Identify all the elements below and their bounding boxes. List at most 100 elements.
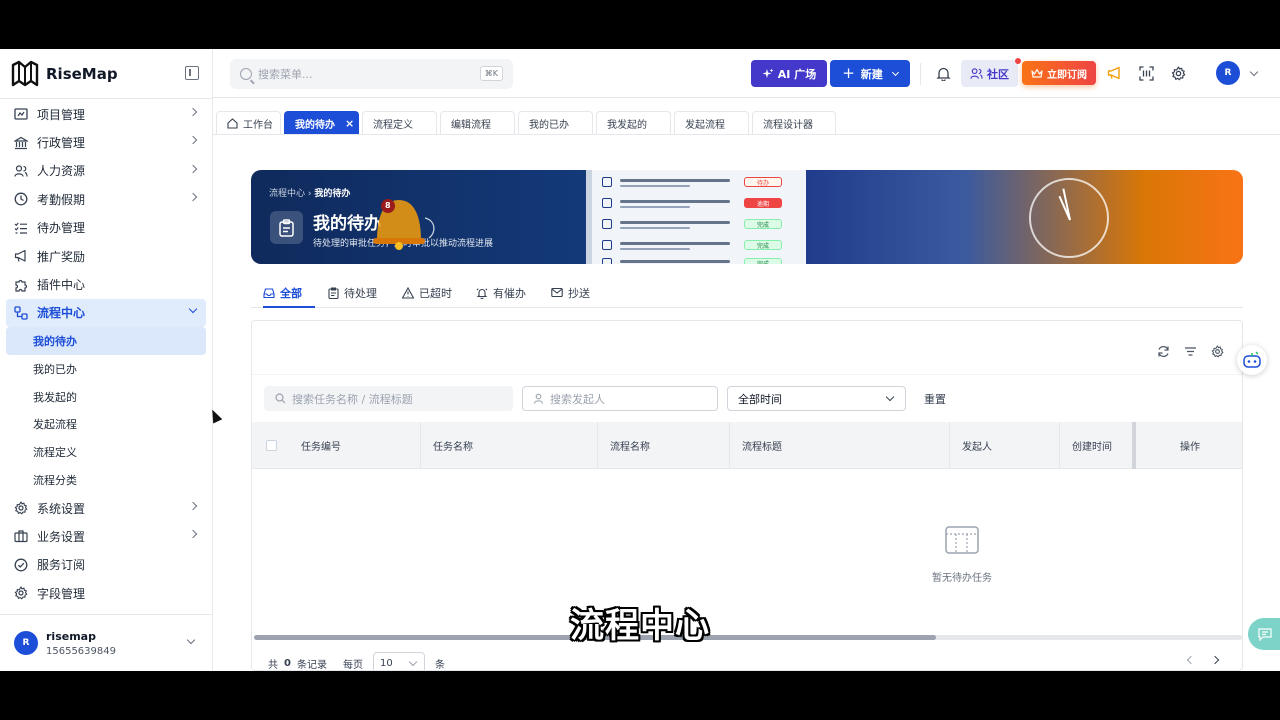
sidebar-item-project[interactable]: 项目管理 [6,100,206,128]
tab-start-flow[interactable]: 发起流程 [674,111,749,134]
ai-square-button[interactable]: AI 广场 [751,60,827,87]
status-badge: 完成 [744,258,782,264]
community-button[interactable]: 社区 [961,60,1018,87]
sidebar-item-my-initiated[interactable]: 我发起的 [6,383,206,411]
sidebar-item-flow-definition[interactable]: 流程定义 [6,438,206,466]
page-banner: 流程中心 › 我的待办 我的待办 待处理的审批任务，及时审批以推动流程进展 8 … [251,170,1243,264]
sidebar-item-flow-center[interactable]: 流程中心 [6,298,206,328]
column-header[interactable]: 任务名称 [421,422,598,469]
megaphone-icon [13,248,29,264]
tab-overdue[interactable]: 已超时 [402,285,452,308]
scan-icon[interactable] [1137,64,1155,82]
tab-label: 已超时 [419,287,452,300]
column-header[interactable]: 流程名称 [598,422,730,469]
tab-my-initiated[interactable]: 我发起的 [596,111,671,134]
sidebar-collapse-icon[interactable] [185,66,199,80]
megaphone-icon[interactable] [1106,64,1124,82]
menu-search-input[interactable]: 搜索菜单... ⌘K [230,59,513,89]
bell-icon[interactable] [934,64,952,82]
robot-icon [1243,351,1261,368]
clock-illustration-icon [1029,178,1109,258]
new-label: 新建 [860,67,883,81]
prev-page-icon[interactable] [1186,655,1196,665]
bell-illustration-icon [373,199,435,250]
gear-icon [13,500,29,516]
column-header: 操作 [1180,442,1200,453]
line [620,185,690,187]
page-size-select[interactable]: 10 [372,652,425,670]
tab-flow-designer[interactable]: 流程设计器 [752,111,836,134]
breadcrumb-parent[interactable]: 流程中心 [269,189,305,199]
tab-edit-flow[interactable]: 编辑流程 [440,111,515,134]
time-range-select[interactable]: 全部时间 [727,386,906,411]
sidebar-item-start-flow[interactable]: 发起流程 [6,411,206,439]
line [620,206,690,208]
avatar[interactable]: R [1216,61,1240,85]
reset-button[interactable]: 重置 [924,391,946,407]
checkbox-icon [602,177,612,187]
checklist-row: 完成 [602,219,802,229]
close-icon[interactable]: × [345,117,354,130]
sidebar-item-promotion[interactable]: 推广奖励 [6,242,206,270]
status-badge: 逾期 [744,198,782,208]
tab-workbench[interactable]: 工作台 [216,111,281,134]
task-search-placeholder: 搜索任务名称 / 流程标题 [292,392,413,406]
subscribe-button[interactable]: 立即订阅 [1022,61,1096,85]
density-icon[interactable] [1184,345,1197,358]
tab-cc[interactable]: 抄送 [551,285,590,308]
refresh-icon[interactable] [1157,345,1170,358]
tab-label: 全部 [280,287,302,300]
sidebar-item-my-done[interactable]: 我的已办 [6,355,206,383]
column-header[interactable]: 创建时间 [1060,422,1136,469]
sidebar-item-admin[interactable]: 行政管理 [6,128,206,156]
sidebar-item-label: 插件中心 [37,278,86,293]
bell-badge: 8 [385,201,391,210]
checkbox-icon [602,258,612,264]
per-page-label: 每页 [342,659,363,671]
search-icon [275,393,286,404]
initiator-search-input[interactable]: 搜索发起人 [522,386,718,411]
next-page-icon[interactable] [1210,655,1220,665]
tab-label: 流程定义 [373,119,413,131]
tab-flow-definition[interactable]: 流程定义 [362,111,437,134]
chevron-down-icon [891,68,899,76]
clock-icon [13,191,29,207]
checklist-row: 完成 [602,258,802,264]
sidebar-item-subscription[interactable]: 服务订阅 [6,551,206,579]
column-header[interactable]: 任务编号 [289,422,421,469]
ai-assistant-button[interactable] [1237,345,1267,375]
sidebar-item-plugins[interactable]: 插件中心 [6,270,206,298]
logo[interactable]: RiseMap [10,59,118,89]
total-suffix: 条记录 [296,659,327,671]
pagination: 共 0 条记录 每页 10 条 [268,652,445,671]
check-circle-icon [13,557,29,573]
sidebar-item-business-settings[interactable]: 业务设置 [6,522,206,550]
flow-submenu: 我的待办 我的已办 我发起的 发起流程 流程定义 流程分类 [6,327,206,494]
task-search-input[interactable]: 搜索任务名称 / 流程标题 [264,386,513,411]
tab-urged[interactable]: 有催办 [476,285,526,308]
tab-my-done[interactable]: 我的已办 [518,111,593,134]
chevron-down-icon[interactable] [1249,67,1259,77]
sidebar-item-hr[interactable]: 人力资源 [6,157,206,185]
sidebar-item-flow-category[interactable]: 流程分类 [6,466,206,494]
column-header[interactable]: 发起人 [950,422,1060,469]
tab-pending[interactable]: 待处理 [328,285,377,308]
total-prefix: 共 [268,659,278,671]
tab-label: 我的已办 [529,119,569,131]
select-all-checkbox[interactable] [266,440,277,451]
new-button[interactable]: + 新建 [830,60,910,87]
checkbox-icon [602,198,612,208]
sidebar-item-system-settings[interactable]: 系统设置 [6,494,206,522]
sidebar-item-todo[interactable]: 待办管理 [6,214,206,242]
tab-all[interactable]: 全部 [263,285,315,308]
checklist-row: 逾期 [602,198,802,208]
column-header[interactable]: 流程标题 [730,422,950,469]
project-icon [13,106,29,122]
gear-icon[interactable] [1211,345,1224,358]
status-badge: 完成 [744,240,782,250]
gear-icon[interactable] [1169,64,1187,82]
tab-my-todo[interactable]: 我的待办 × [284,111,359,134]
sidebar-item-attendance[interactable]: 考勤假期 [6,185,206,213]
checklist-row: 待办 [602,177,802,187]
sidebar-item-my-todo[interactable]: 我的待办 [6,327,206,355]
